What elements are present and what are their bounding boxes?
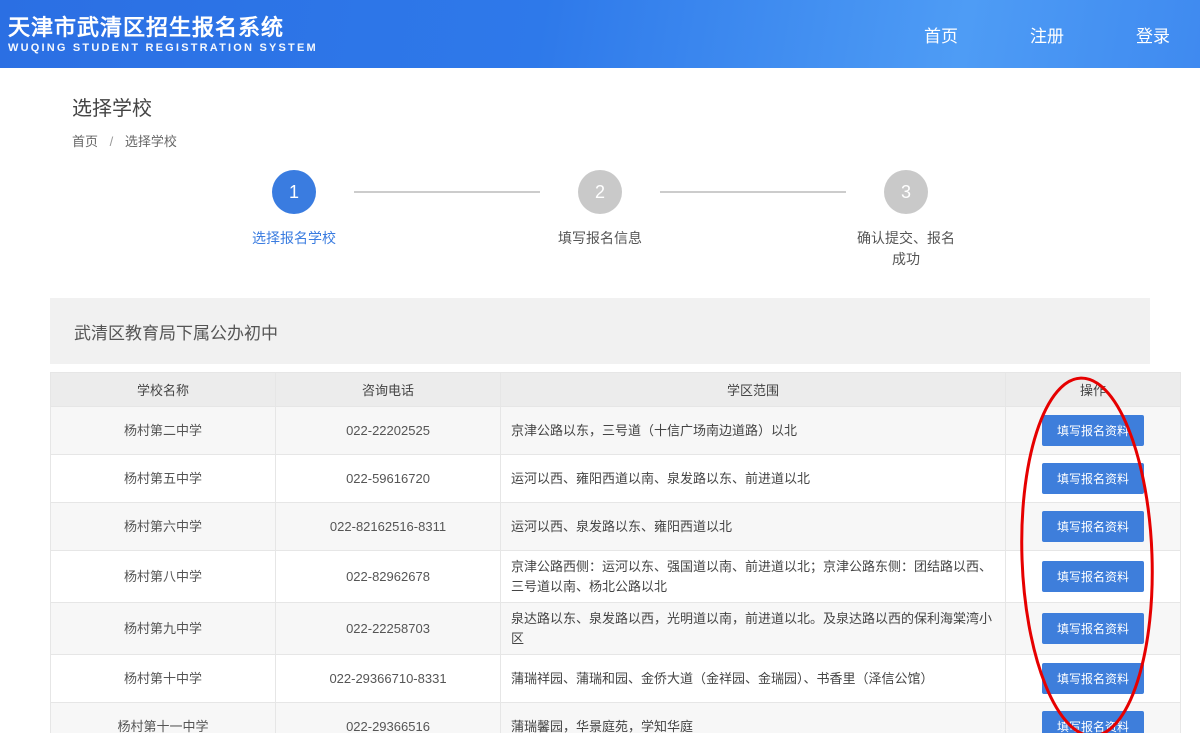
step-2-label: 填写报名信息	[558, 228, 642, 249]
table-row: 杨村第二中学 022-22202525 京津公路以东，三号道（十信广场南边道路）…	[51, 407, 1181, 455]
school-name-cell: 杨村第二中学	[51, 407, 276, 455]
nav-login[interactable]: 登录	[1136, 22, 1170, 47]
page-root: 天津市武清区招生报名系统 WUQING STUDENT REGISTRATION…	[0, 0, 1200, 733]
table-row: 杨村第九中学 022-22258703 泉达路以东、泉发路以西，光明道以南，前进…	[51, 603, 1181, 655]
table-row: 杨村第六中学 022-82162516-8311 运河以西、泉发路以东、雍阳西道…	[51, 503, 1181, 551]
action-cell: 填写报名资料	[1006, 603, 1181, 655]
phone-cell: 022-22258703	[276, 603, 501, 655]
district-cell: 运河以西、雍阳西道以南、泉发路以东、前进道以北	[501, 455, 1006, 503]
phone-cell: 022-82162516-8311	[276, 503, 501, 551]
school-name-cell: 杨村第八中学	[51, 551, 276, 603]
step-2-circle: 2	[578, 170, 622, 214]
breadcrumb-separator: /	[110, 134, 114, 149]
phone-cell: 022-29366516	[276, 703, 501, 733]
fill-registration-button[interactable]: 填写报名资料	[1042, 511, 1144, 542]
action-cell: 填写报名资料	[1006, 655, 1181, 703]
fill-registration-button[interactable]: 填写报名资料	[1042, 613, 1144, 644]
step-1-label: 选择报名学校	[252, 228, 336, 249]
school-table-body: 杨村第二中学 022-22202525 京津公路以东，三号道（十信广场南边道路）…	[51, 407, 1181, 733]
action-cell: 填写报名资料	[1006, 407, 1181, 455]
table-row: 杨村第五中学 022-59616720 运河以西、雍阳西道以南、泉发路以东、前进…	[51, 455, 1181, 503]
brand-logo: 天津市武清区招生报名系统 WUQING STUDENT REGISTRATION…	[8, 14, 318, 54]
site-subtitle: WUQING STUDENT REGISTRATION SYSTEM	[8, 42, 318, 54]
action-cell: 填写报名资料	[1006, 503, 1181, 551]
step-3-circle: 3	[884, 170, 928, 214]
header-district: 学区范围	[501, 373, 1006, 407]
step-connector-1	[354, 191, 540, 193]
nav-register[interactable]: 注册	[1030, 22, 1064, 47]
top-header: 天津市武清区招生报名系统 WUQING STUDENT REGISTRATION…	[0, 0, 1200, 68]
page-title: 选择学校	[72, 92, 1150, 121]
phone-cell: 022-29366710-8331	[276, 655, 501, 703]
school-name-cell: 杨村第五中学	[51, 455, 276, 503]
table-row: 杨村第十中学 022-29366710-8331 蒲瑞祥园、蒲瑞和园、金侨大道（…	[51, 655, 1181, 703]
fill-registration-button[interactable]: 填写报名资料	[1042, 711, 1144, 733]
step-1-circle: 1	[272, 170, 316, 214]
fill-registration-button[interactable]: 填写报名资料	[1042, 463, 1144, 494]
header-phone: 咨询电话	[276, 373, 501, 407]
school-name-cell: 杨村第十一中学	[51, 703, 276, 733]
district-cell: 京津公路以东，三号道（十信广场南边道路）以北	[501, 407, 1006, 455]
phone-cell: 022-59616720	[276, 455, 501, 503]
table-row: 杨村第八中学 022-82962678 京津公路西侧：运河以东、强国道以南、前进…	[51, 551, 1181, 603]
district-cell: 蒲瑞祥园、蒲瑞和园、金侨大道（金祥园、金瑞园）、书香里（泽信公馆）	[501, 655, 1006, 703]
top-nav: 首页 注册 登录	[924, 22, 1182, 47]
district-cell: 蒲瑞馨园，华景庭苑，学知华庭	[501, 703, 1006, 733]
nav-home[interactable]: 首页	[924, 22, 958, 47]
school-name-cell: 杨村第十中学	[51, 655, 276, 703]
fill-registration-button[interactable]: 填写报名资料	[1042, 663, 1144, 694]
breadcrumb-home-link[interactable]: 首页	[72, 134, 98, 149]
table-row: 杨村第十一中学 022-29366516 蒲瑞馨园，华景庭苑，学知华庭 填写报名…	[51, 703, 1181, 733]
school-list-card: 武清区教育局下属公办初中 学校名称 咨询电话 学区范围 操作 杨村第二中学 02…	[50, 298, 1150, 733]
school-name-cell: 杨村第九中学	[51, 603, 276, 655]
fill-registration-button[interactable]: 填写报名资料	[1042, 561, 1144, 592]
step-connector-2	[660, 191, 846, 193]
district-cell: 运河以西、泉发路以东、雍阳西道以北	[501, 503, 1006, 551]
header-actions: 操作	[1006, 373, 1181, 407]
school-table: 学校名称 咨询电话 学区范围 操作 杨村第二中学 022-22202525 京津…	[50, 372, 1181, 733]
school-name-cell: 杨村第六中学	[51, 503, 276, 551]
step-3-confirm-submit: 3 确认提交、报名成功	[846, 170, 966, 270]
fill-registration-button[interactable]: 填写报名资料	[1042, 415, 1144, 446]
district-cell: 泉达路以东、泉发路以西，光明道以南，前进道以北。及泉达路以西的保利海棠湾小区	[501, 603, 1006, 655]
header-school-name: 学校名称	[51, 373, 276, 407]
step-3-label: 确认提交、报名成功	[853, 228, 959, 270]
table-header-row: 学校名称 咨询电话 学区范围 操作	[51, 373, 1181, 407]
site-title: 天津市武清区招生报名系统	[8, 14, 318, 42]
step-1-select-school: 1 选择报名学校	[234, 170, 354, 249]
breadcrumb: 首页 / 选择学校	[72, 131, 1150, 150]
action-cell: 填写报名资料	[1006, 703, 1181, 733]
step-2-fill-info: 2 填写报名信息	[540, 170, 660, 249]
breadcrumb-current: 选择学校	[125, 134, 177, 149]
section-title: 武清区教育局下属公办初中	[50, 298, 1150, 364]
main-content: 选择学校 首页 / 选择学校 1 选择报名学校 2 填写报名信息 3 确认提交、…	[0, 92, 1200, 733]
registration-stepper: 1 选择报名学校 2 填写报名信息 3 确认提交、报名成功	[50, 170, 1150, 270]
phone-cell: 022-82962678	[276, 551, 501, 603]
action-cell: 填写报名资料	[1006, 551, 1181, 603]
phone-cell: 022-22202525	[276, 407, 501, 455]
district-cell: 京津公路西侧：运河以东、强国道以南、前进道以北；京津公路东侧：团结路以西、三号道…	[501, 551, 1006, 603]
action-cell: 填写报名资料	[1006, 455, 1181, 503]
school-table-head: 学校名称 咨询电话 学区范围 操作	[51, 373, 1181, 407]
